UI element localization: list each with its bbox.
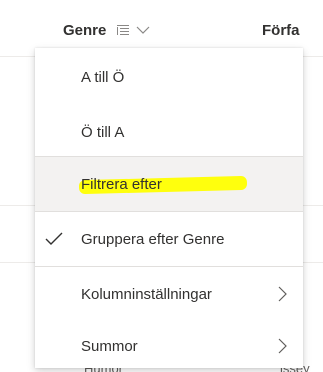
menu-item-totals[interactable]: Summor [35,319,303,372]
chevron-right-icon [277,286,287,302]
menu-item-filter-by[interactable]: Filtrera efter [35,157,303,211]
chevron-down-icon[interactable] [136,25,150,35]
checkmark-icon [45,232,63,246]
menu-item-label: A till Ö [81,68,125,86]
column-header-author[interactable]: Förfa [262,18,300,42]
menu-item-column-settings[interactable]: Kolumninställningar [35,267,303,321]
menu-item-label: Gruppera efter Genre [81,230,225,248]
menu-item-sort-a-z[interactable]: A till Ö [35,50,303,104]
column-header-genre[interactable]: Genre [63,18,150,42]
column-header-genre-label: Genre [63,21,107,39]
menu-item-label: Filtrera efter [81,175,162,193]
menu-item-sort-z-a[interactable]: Ö till A [35,105,303,159]
column-context-menu: A till Ö Ö till A Filtrera efter Grupper… [35,48,303,368]
chevron-right-icon [277,338,287,354]
menu-item-label: Ö till A [81,123,125,141]
group-by-icon [116,24,130,36]
menu-item-label: Kolumninställningar [81,285,212,303]
menu-item-label: Summor [81,337,138,355]
column-header-author-label: Förfa [262,21,300,39]
document-library-view: Genre Förfa Humor issey A till Ö [0,0,323,372]
menu-item-group-by-genre[interactable]: Gruppera efter Genre [35,212,303,266]
